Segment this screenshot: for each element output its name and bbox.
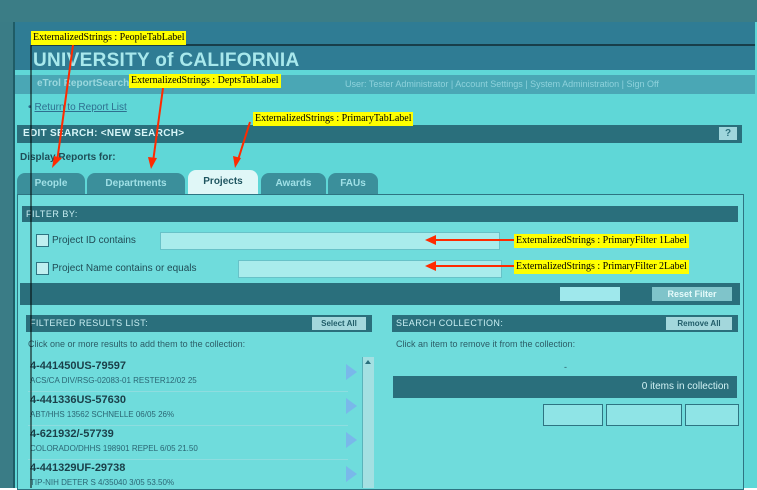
filter-action-field[interactable] <box>560 287 620 301</box>
add-arrow-icon[interactable] <box>346 398 357 414</box>
collection-header: SEARCH COLLECTION: Remove All <box>392 315 738 332</box>
annotation-filter2: ExternalizedStrings : PrimaryFilter 2Lab… <box>514 260 689 274</box>
edit-search-bar: EDIT SEARCH: <NEW SEARCH> ? <box>17 125 742 143</box>
return-link[interactable]: • Return to Report List <box>28 102 127 113</box>
list-item[interactable]: 4-441329UF-29738 TIP-NIH DETER S 4/35040… <box>28 459 357 488</box>
return-link-label: Return to Report List <box>34 102 127 113</box>
project-id-input[interactable] <box>160 232 500 250</box>
results-header-label: FILTERED RESULTS LIST: <box>30 318 148 328</box>
bullet-icon: • <box>28 102 32 113</box>
reset-filter-button[interactable]: Reset Filter <box>652 287 732 301</box>
collection-button[interactable] <box>543 404 603 426</box>
list-item[interactable]: 4-441336US-57630 ABT/HHS 13562 SCHNELLE … <box>28 391 357 426</box>
add-arrow-icon[interactable] <box>346 364 357 380</box>
display-reports-label: Display Reports for: <box>20 152 116 163</box>
add-arrow-icon[interactable] <box>346 432 357 448</box>
list-item[interactable]: 4-621932/-57739 COLORADO/DHHS 198901 REP… <box>28 425 357 460</box>
help-icon[interactable]: ? <box>719 127 737 140</box>
item-desc: ABT/HHS 13562 SCHNELLE 06/05 26% <box>30 410 175 419</box>
annotation-filter1: ExternalizedStrings : PrimaryFilter 1Lab… <box>514 234 689 248</box>
tab-strip: People Departments Projects Awards FAUs <box>17 170 742 194</box>
results-instructions: Click one or more results to add them to… <box>28 339 246 349</box>
university-logo-text: UNIVERSITY of CALIFORNIA <box>33 50 300 71</box>
select-all-button[interactable]: Select All <box>312 317 366 330</box>
item-id: 4-441329UF-29738 <box>30 462 126 474</box>
project-name-checkbox[interactable] <box>36 262 49 275</box>
list-item[interactable]: 4-441450US-79597 ACS/CA DIV/RSG-02083-01… <box>28 357 357 392</box>
tab-departments[interactable]: Departments <box>87 173 185 194</box>
top-strip <box>0 0 757 22</box>
project-id-checkbox[interactable] <box>36 234 49 247</box>
tab-people[interactable]: People <box>17 173 85 194</box>
filter-header: FILTER BY: <box>22 206 738 222</box>
collection-button[interactable] <box>685 404 739 426</box>
project-name-input[interactable] <box>238 260 502 278</box>
annotation-people-tab: ExternalizedStrings : PeopleTabLabel <box>31 31 187 45</box>
remove-all-button[interactable]: Remove All <box>666 317 732 330</box>
item-desc: ACS/CA DIV/RSG-02083-01 RESTER12/02 25 <box>30 376 197 385</box>
tab-faus[interactable]: FAUs <box>328 173 378 194</box>
project-name-label: Project Name contains or equals <box>52 263 197 274</box>
collection-instructions: Click an item to remove it from the coll… <box>396 339 576 349</box>
user-links[interactable]: User: Tester Administrator | Account Set… <box>345 79 659 89</box>
collection-count: 0 items in collection <box>641 381 729 392</box>
collection-button[interactable] <box>606 404 682 426</box>
item-desc: COLORADO/DHHS 198901 REPEL 6/05 21.50 <box>30 444 198 453</box>
collection-header-label: SEARCH COLLECTION: <box>396 318 504 328</box>
tab-projects[interactable]: Projects <box>188 170 258 194</box>
edit-search-title: EDIT SEARCH: <NEW SEARCH> <box>23 128 185 139</box>
filter-header-label: FILTER BY: <box>26 209 78 219</box>
add-arrow-icon[interactable] <box>346 466 357 482</box>
item-desc: TIP-NIH DETER S 4/35040 3/05 53.50% <box>30 478 175 487</box>
scroll-up-icon[interactable] <box>365 360 371 364</box>
project-id-label: Project ID contains <box>52 235 136 246</box>
results-header: FILTERED RESULTS LIST: Select All <box>26 315 372 332</box>
collection-empty-dash: - <box>564 362 567 372</box>
annotation-depts-tab: ExternalizedStrings : DeptsTabLabel <box>129 74 281 88</box>
item-id: 4-441450US-79597 <box>30 360 127 372</box>
nav-bar: eTrol ReportSearch User: Tester Administ… <box>15 75 755 94</box>
tab-awards[interactable]: Awards <box>261 173 326 194</box>
item-id: 4-621932/-57739 <box>30 428 114 440</box>
collection-count-bar: 0 items in collection <box>393 376 737 398</box>
item-id: 4-441336US-57630 <box>30 394 127 406</box>
annotation-primary-tab: ExternalizedStrings : PrimaryTabLabel <box>253 112 414 126</box>
app-name: eTrol ReportSearch <box>37 78 130 89</box>
filter-action-bar: Reset Filter <box>20 283 740 305</box>
results-scrollbar[interactable] <box>362 357 374 488</box>
